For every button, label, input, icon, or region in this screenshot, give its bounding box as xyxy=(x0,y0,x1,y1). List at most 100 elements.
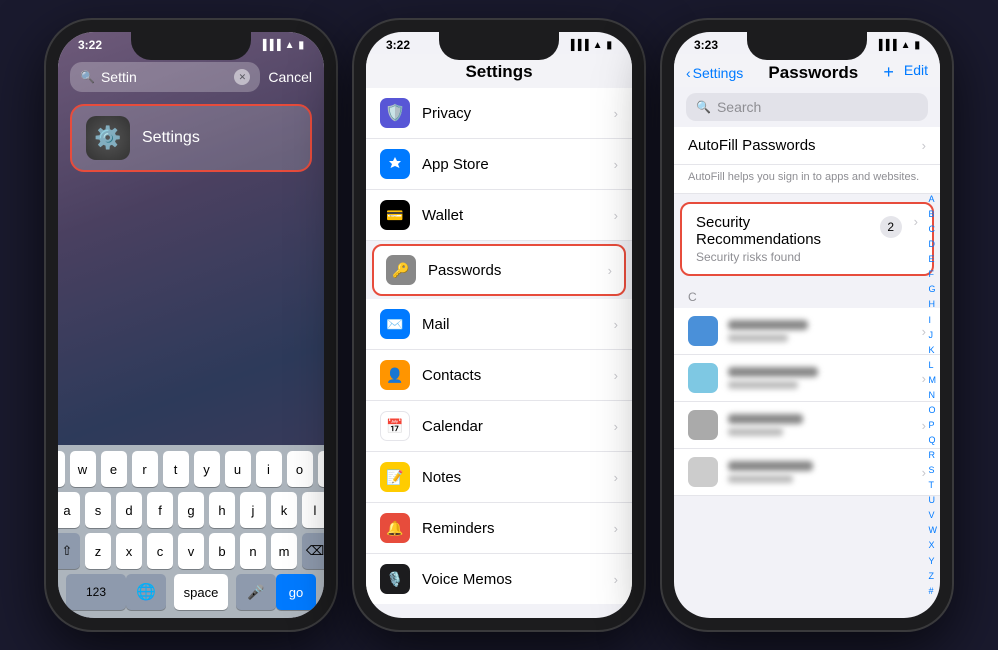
alpha-n[interactable]: N xyxy=(929,390,938,400)
appstore-icon xyxy=(380,149,410,179)
alpha-d[interactable]: D xyxy=(929,239,938,249)
chevron-privacy: › xyxy=(614,106,618,121)
alpha-h[interactable]: H xyxy=(929,299,938,309)
settings-item-passwords[interactable]: 🔑 Passwords › xyxy=(372,244,626,296)
alpha-i[interactable]: I xyxy=(929,315,938,325)
key-m[interactable]: m xyxy=(271,533,297,569)
alpha-u[interactable]: U xyxy=(929,495,938,505)
search-bar[interactable]: 🔍 Settin ✕ xyxy=(70,62,260,92)
key-emoji[interactable]: 🌐 xyxy=(126,574,166,610)
key-e[interactable]: e xyxy=(101,451,127,487)
settings-scroll[interactable]: 🛡️ Privacy › App Store › 💳 xyxy=(366,88,632,604)
alpha-a[interactable]: A xyxy=(929,194,938,204)
settings-item-calendar[interactable]: 📅 Calendar › xyxy=(366,401,632,452)
security-item[interactable]: Security Recommendations Security risks … xyxy=(682,204,932,274)
alpha-q[interactable]: Q xyxy=(929,435,938,445)
chevron-appstore: › xyxy=(614,157,618,172)
pw-entry-4[interactable]: › xyxy=(674,449,940,496)
alpha-l[interactable]: L xyxy=(929,360,938,370)
key-go[interactable]: go xyxy=(276,574,316,610)
alpha-r[interactable]: R xyxy=(929,450,938,460)
add-password-button[interactable]: + xyxy=(883,62,894,83)
key-123[interactable]: 123 xyxy=(66,574,126,610)
autofill-item[interactable]: AutoFill Passwords › xyxy=(674,127,940,165)
alpha-g[interactable]: G xyxy=(929,284,938,294)
back-button[interactable]: ‹ Settings xyxy=(686,65,743,81)
key-s[interactable]: s xyxy=(85,492,111,528)
alpha-j[interactable]: J xyxy=(929,330,938,340)
key-q[interactable]: q xyxy=(58,451,65,487)
key-c[interactable]: c xyxy=(147,533,173,569)
key-l[interactable]: l xyxy=(302,492,324,528)
alpha-c[interactable]: C xyxy=(929,224,938,234)
chevron-contacts: › xyxy=(614,368,618,383)
key-o[interactable]: o xyxy=(287,451,313,487)
alphabet-index[interactable]: A B C D E F G H I J K L M N O P Q R S T xyxy=(926,192,941,598)
pw-entry-3[interactable]: › xyxy=(674,402,940,449)
settings-item-wallet[interactable]: 💳 Wallet › xyxy=(366,190,632,241)
key-u[interactable]: u xyxy=(225,451,251,487)
key-x[interactable]: x xyxy=(116,533,142,569)
key-shift[interactable]: ⇧ xyxy=(58,533,80,569)
key-a[interactable]: a xyxy=(58,492,80,528)
key-p[interactable]: p xyxy=(318,451,325,487)
alpha-e[interactable]: E xyxy=(929,254,938,264)
alpha-y[interactable]: Y xyxy=(929,556,938,566)
key-y[interactable]: y xyxy=(194,451,220,487)
key-b[interactable]: b xyxy=(209,533,235,569)
wallet-label: Wallet xyxy=(422,207,602,224)
alpha-m[interactable]: M xyxy=(929,375,938,385)
alpha-t[interactable]: T xyxy=(929,480,938,490)
key-i[interactable]: i xyxy=(256,451,282,487)
edit-button[interactable]: Edit xyxy=(904,62,928,83)
alpha-w[interactable]: W xyxy=(929,525,938,535)
key-w[interactable]: w xyxy=(70,451,96,487)
search-icon-passwords: 🔍 xyxy=(696,100,711,114)
alpha-s[interactable]: S xyxy=(929,465,938,475)
alpha-x[interactable]: X xyxy=(929,540,938,550)
key-n[interactable]: n xyxy=(240,533,266,569)
key-r[interactable]: r xyxy=(132,451,158,487)
alpha-f[interactable]: F xyxy=(929,269,938,279)
settings-item-voicememos[interactable]: 🎙️ Voice Memos › xyxy=(366,554,632,604)
key-v[interactable]: v xyxy=(178,533,204,569)
settings-result-item[interactable]: ⚙️ Settings xyxy=(70,104,312,172)
status-icons-1: ▐▐▐ ▲ ▮ xyxy=(259,40,304,51)
key-t[interactable]: t xyxy=(163,451,189,487)
pw-entry-1[interactable]: › xyxy=(674,308,940,355)
key-delete[interactable]: ⌫ xyxy=(302,533,324,569)
alpha-o[interactable]: O xyxy=(929,405,938,415)
search-clear-button[interactable]: ✕ xyxy=(234,69,250,85)
settings-item-privacy[interactable]: 🛡️ Privacy › xyxy=(366,88,632,139)
security-recommendations-box[interactable]: Security Recommendations Security risks … xyxy=(680,202,934,276)
key-d[interactable]: d xyxy=(116,492,142,528)
pw-entry-2[interactable]: › xyxy=(674,355,940,402)
settings-item-contacts[interactable]: 👤 Contacts › xyxy=(366,350,632,401)
settings-item-mail[interactable]: ✉️ Mail › xyxy=(366,299,632,350)
key-space[interactable]: space xyxy=(174,574,228,610)
alpha-z[interactable]: Z xyxy=(929,571,938,581)
reminders-icon: 🔔 xyxy=(380,513,410,543)
passwords-actions: + Edit xyxy=(883,62,928,83)
alpha-p[interactable]: P xyxy=(929,420,938,430)
key-h[interactable]: h xyxy=(209,492,235,528)
cancel-button[interactable]: Cancel xyxy=(268,69,312,85)
key-f[interactable]: f xyxy=(147,492,173,528)
alpha-k[interactable]: K xyxy=(929,345,938,355)
security-title: Security Recommendations xyxy=(696,214,872,248)
settings-item-notes[interactable]: 📝 Notes › xyxy=(366,452,632,503)
status-icons-2: ▐▐▐ ▲ ▮ xyxy=(567,40,612,51)
alpha-v[interactable]: V xyxy=(929,510,938,520)
key-j[interactable]: j xyxy=(240,492,266,528)
key-mic[interactable]: 🎤 xyxy=(236,574,276,610)
alpha-hash[interactable]: # xyxy=(929,586,938,596)
key-z[interactable]: z xyxy=(85,533,111,569)
settings-item-appstore[interactable]: App Store › xyxy=(366,139,632,190)
settings-item-reminders[interactable]: 🔔 Reminders › xyxy=(366,503,632,554)
key-k[interactable]: k xyxy=(271,492,297,528)
alpha-b[interactable]: B xyxy=(929,209,938,219)
passwords-search[interactable]: 🔍 Search xyxy=(686,93,928,121)
autofill-sub: AutoFill helps you sign in to apps and w… xyxy=(674,165,940,194)
keyboard-row-3: ⇧ z x c v b n m ⌫ xyxy=(62,533,320,569)
key-g[interactable]: g xyxy=(178,492,204,528)
